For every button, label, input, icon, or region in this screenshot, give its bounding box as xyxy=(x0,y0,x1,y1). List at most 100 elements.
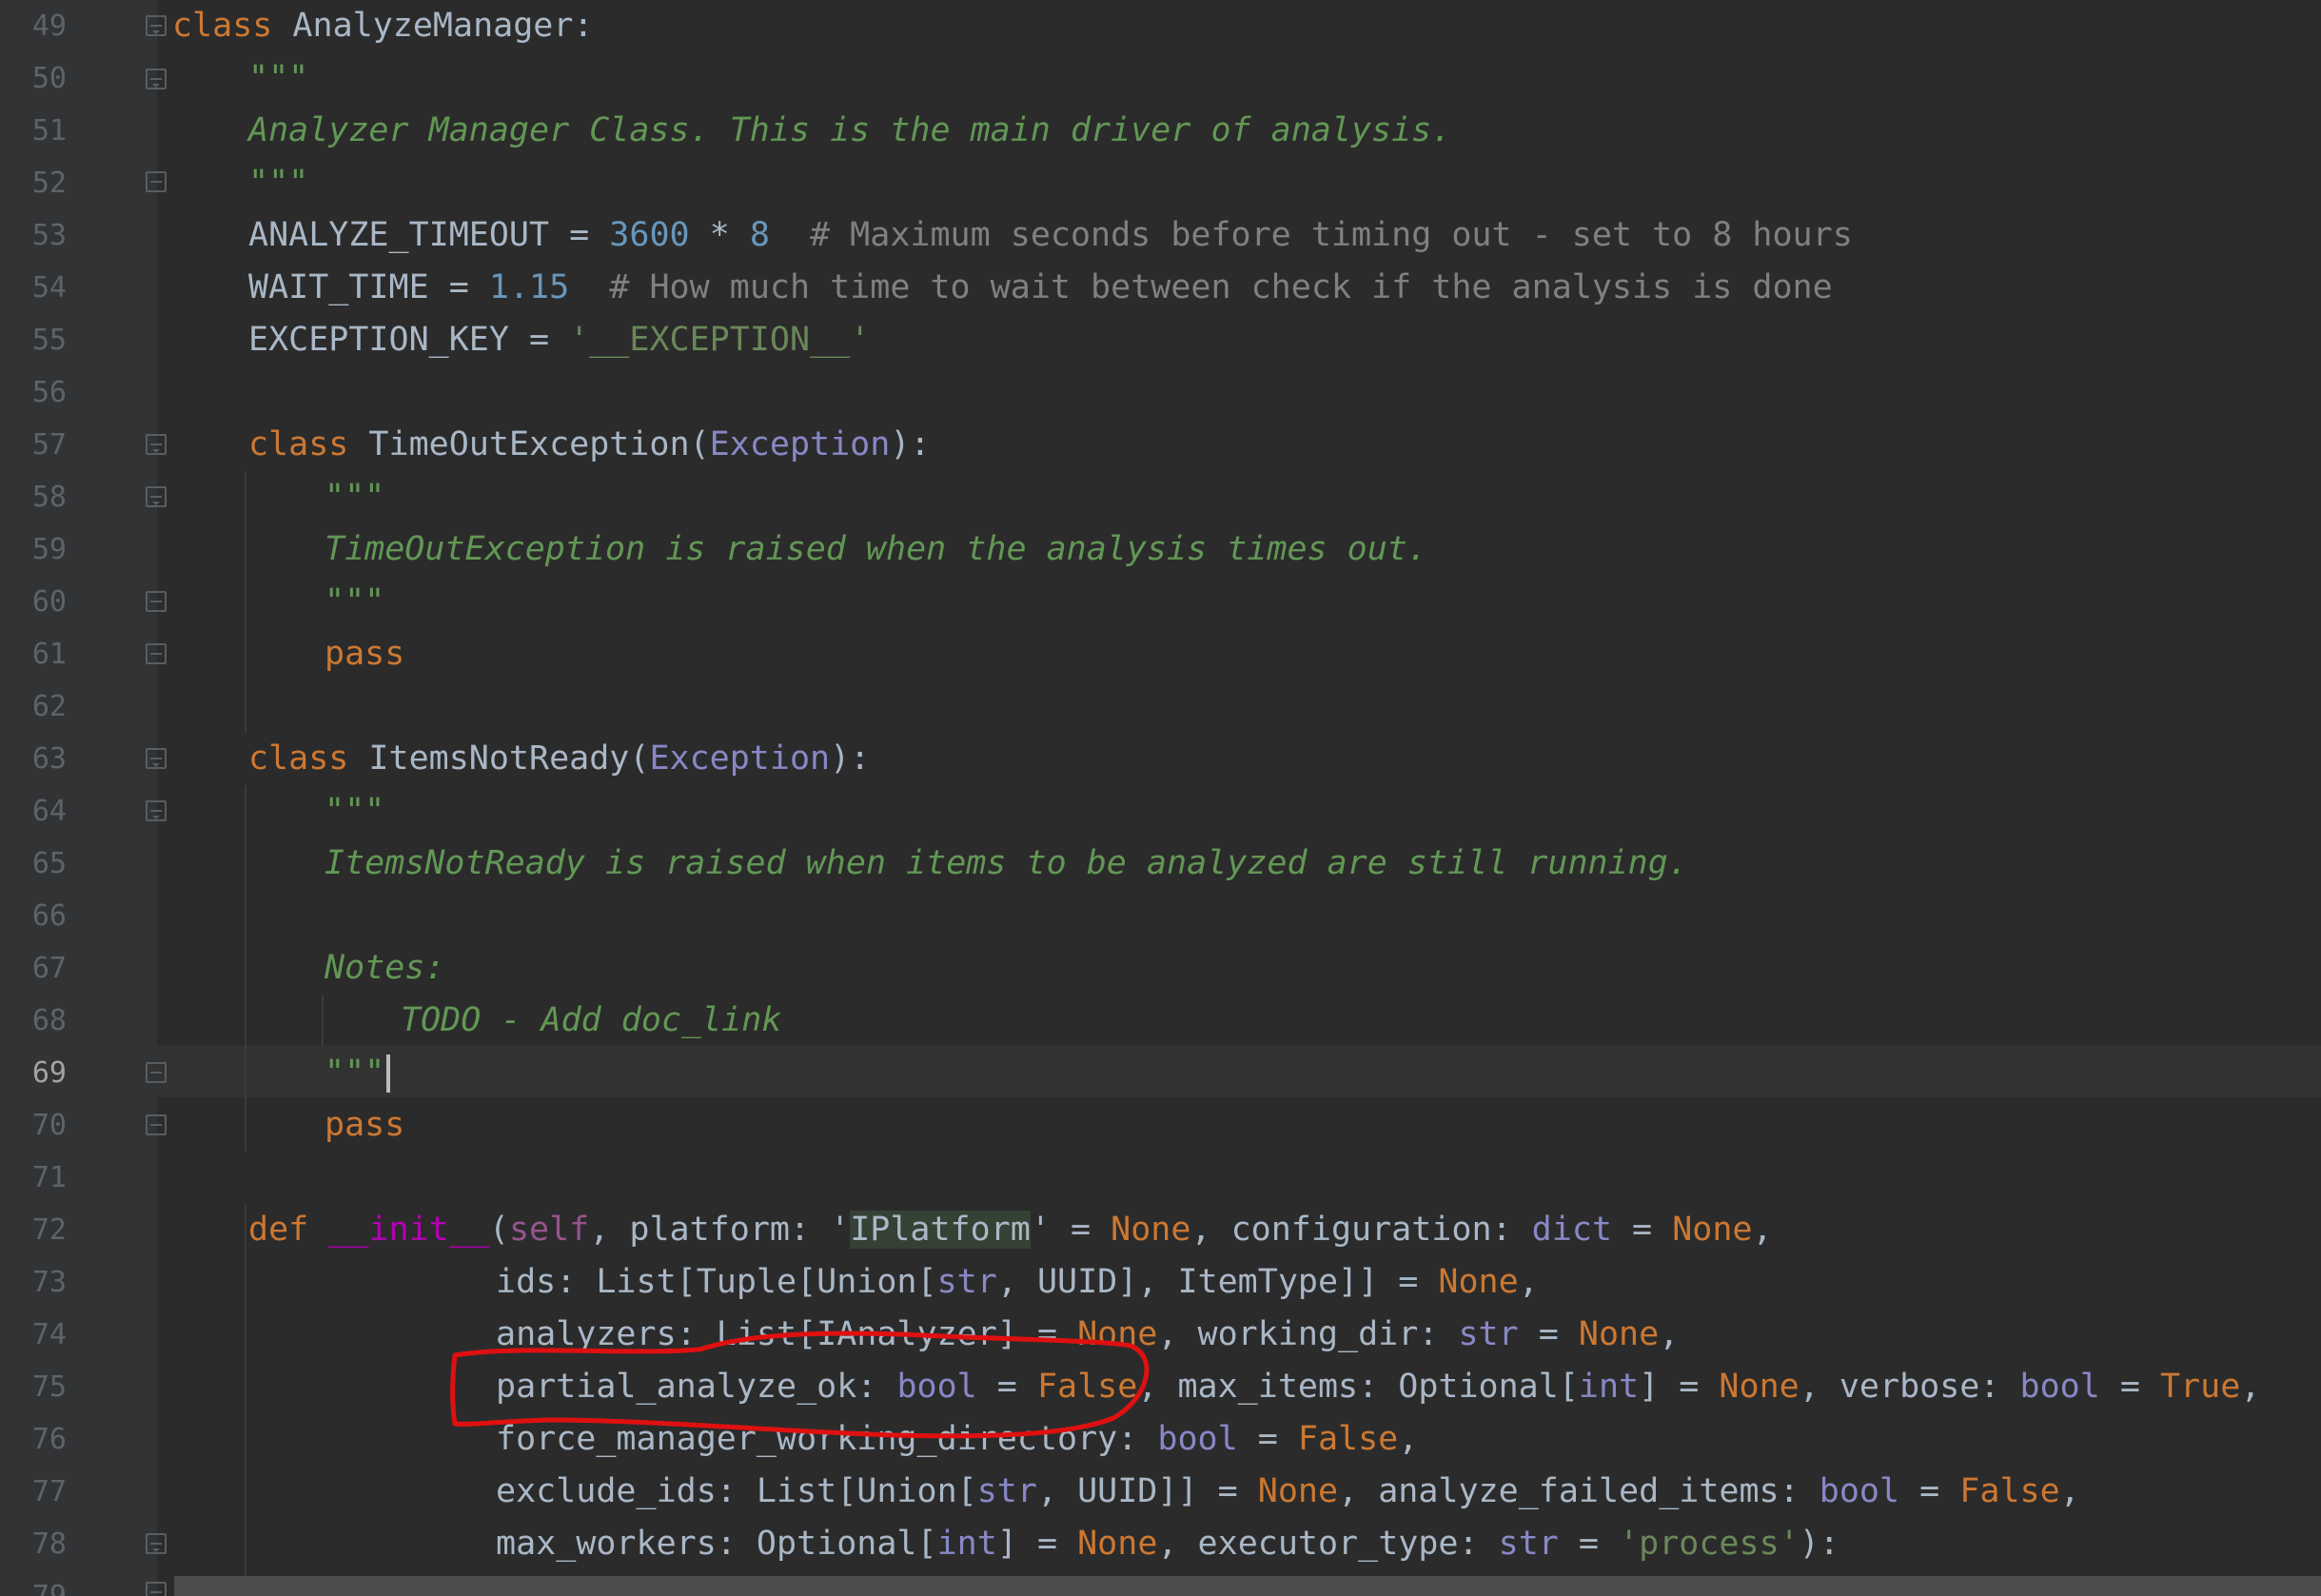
fold-end-icon[interactable] xyxy=(146,643,167,664)
fold-end-icon[interactable] xyxy=(146,1062,167,1083)
code-line[interactable]: pass xyxy=(325,1099,404,1152)
code-line[interactable]: partial_analyze_ok: bool = False, max_it… xyxy=(496,1361,2260,1413)
keyword: True xyxy=(2160,1368,2241,1406)
code-text: ] = xyxy=(1639,1368,1720,1406)
code-text: = xyxy=(1518,1315,1579,1353)
line-number: 53 xyxy=(31,219,67,252)
code-line[interactable]: Notes: xyxy=(325,942,444,995)
builtin: Exception xyxy=(709,425,891,463)
code-line[interactable]: WAIT_TIME = 1.15 # How much time to wait… xyxy=(248,262,1833,314)
code-line-active[interactable]: """ xyxy=(325,1047,391,1099)
fold-end-icon[interactable] xyxy=(146,171,167,192)
fold-collapse-icon[interactable] xyxy=(146,748,167,769)
code-line[interactable]: class TimeOutException(Exception): xyxy=(248,419,930,471)
code-line[interactable]: analyzers: List[IAnalyzer] = None, worki… xyxy=(496,1309,1679,1361)
builtin: bool xyxy=(1819,1472,1900,1510)
fold-collapse-icon[interactable] xyxy=(146,69,167,89)
code-line[interactable]: TimeOutException is raised when the anal… xyxy=(325,523,1427,576)
code-line[interactable]: """ xyxy=(325,471,384,523)
keyword: class xyxy=(248,425,349,463)
code-text: ): xyxy=(1799,1525,1839,1563)
code-text: , xyxy=(2059,1472,2080,1510)
code-text: * xyxy=(689,216,750,254)
code-text: , xyxy=(1518,1263,1539,1301)
keyword: False xyxy=(1297,1420,1399,1458)
fold-collapse-icon[interactable] xyxy=(146,486,167,507)
code-line[interactable]: max_workers: Optional[int] = None, execu… xyxy=(496,1518,1839,1570)
dunder-method: __init__ xyxy=(328,1211,489,1249)
line-number: 78 xyxy=(31,1527,67,1561)
code-line[interactable]: """ xyxy=(248,157,308,209)
code-line[interactable]: TODO - Add doc_link xyxy=(401,995,781,1047)
code-line[interactable]: pass xyxy=(325,628,404,680)
code-text: ItemsNotReady( xyxy=(348,739,650,778)
code-text: = xyxy=(976,1368,1037,1406)
keyword: def xyxy=(248,1211,309,1249)
keyword: None xyxy=(1077,1315,1158,1353)
line-number: 73 xyxy=(31,1266,67,1299)
code-text: TimeOutException( xyxy=(348,425,710,463)
line-number: 74 xyxy=(31,1318,67,1351)
code-line[interactable]: force_manager_working_directory: bool = … xyxy=(496,1413,1418,1466)
fold-collapse-icon[interactable] xyxy=(146,15,167,36)
line-number: 64 xyxy=(31,795,67,828)
code-line[interactable]: ItemsNotReady is raised when items to be… xyxy=(325,837,1688,890)
code-text: ids: List[Tuple[Union[ xyxy=(496,1263,937,1301)
line-number: 61 xyxy=(31,638,67,671)
line-number: 71 xyxy=(31,1161,67,1194)
code-line[interactable]: EXCEPTION_KEY = '__EXCEPTION__' xyxy=(248,314,870,366)
highlighted-reference: IPlatform xyxy=(850,1211,1031,1249)
line-number: 59 xyxy=(31,533,67,566)
code-text: , analyze_failed_items: xyxy=(1338,1472,1819,1510)
keyword: False xyxy=(1959,1472,2060,1510)
code-line[interactable]: ANALYZE_TIMEOUT = 3600 * 8 # Maximum sec… xyxy=(248,209,1853,262)
code-text: ( xyxy=(488,1211,509,1249)
line-number: 63 xyxy=(31,742,67,776)
horizontal-scrollbar[interactable] xyxy=(174,1576,2321,1596)
number-literal: 3600 xyxy=(609,216,690,254)
line-number: 49 xyxy=(31,10,67,43)
code-line[interactable]: class ItemsNotReady(Exception): xyxy=(248,733,870,785)
line-number: 56 xyxy=(31,376,67,409)
code-line[interactable]: """ xyxy=(325,785,384,837)
code-text: , executor_type: xyxy=(1157,1525,1499,1563)
code-line[interactable]: class AnalyzeManager: xyxy=(172,0,594,52)
code-text: , xyxy=(1398,1420,1419,1458)
fold-collapse-icon[interactable] xyxy=(146,1533,167,1554)
code-text: analyzers: List[IAnalyzer] = xyxy=(496,1315,1078,1353)
code-line[interactable]: """ xyxy=(325,576,384,628)
line-number: 75 xyxy=(31,1370,67,1404)
fold-end-icon[interactable] xyxy=(146,1114,167,1135)
code-editor[interactable]: 49 50 51 52 53 54 55 56 57 58 59 60 61 6… xyxy=(0,0,2321,1596)
fold-collapse-icon[interactable] xyxy=(146,800,167,821)
fold-end-icon[interactable] xyxy=(146,591,167,612)
fold-end-icon[interactable] xyxy=(146,1582,167,1596)
code-line[interactable]: Analyzer Manager Class. This is the main… xyxy=(248,105,1451,157)
keyword: None xyxy=(1578,1315,1660,1353)
number-literal: 1.15 xyxy=(488,268,570,306)
line-number: 50 xyxy=(31,62,67,95)
code-line[interactable]: ids: List[Tuple[Union[str, UUID], ItemTy… xyxy=(496,1256,1539,1309)
builtin: str xyxy=(1498,1525,1559,1563)
keyword: class xyxy=(248,739,349,778)
builtin: Exception xyxy=(649,739,831,778)
code-line[interactable]: def __init__(self, platform: 'IPlatform'… xyxy=(248,1204,1773,1256)
code-text: , xyxy=(2240,1368,2261,1406)
line-number: 58 xyxy=(31,481,67,514)
builtin: bool xyxy=(896,1368,977,1406)
code-line[interactable]: exclude_ids: List[Union[str, UUID]] = No… xyxy=(496,1466,2080,1518)
keyword: None xyxy=(1672,1211,1753,1249)
code-text: ' = xyxy=(1030,1211,1111,1249)
builtin: bool xyxy=(2019,1368,2100,1406)
line-number: 62 xyxy=(31,690,67,723)
fold-collapse-icon[interactable] xyxy=(146,434,167,455)
code-text: = xyxy=(2099,1368,2161,1406)
line-number: 72 xyxy=(31,1213,67,1247)
keyword: None xyxy=(1257,1472,1339,1510)
code-text: = xyxy=(1237,1420,1298,1458)
code-text: AnalyzeManager: xyxy=(272,7,594,45)
code-text: , xyxy=(1659,1315,1680,1353)
builtin: dict xyxy=(1531,1211,1612,1249)
code-line[interactable]: """ xyxy=(248,52,308,105)
